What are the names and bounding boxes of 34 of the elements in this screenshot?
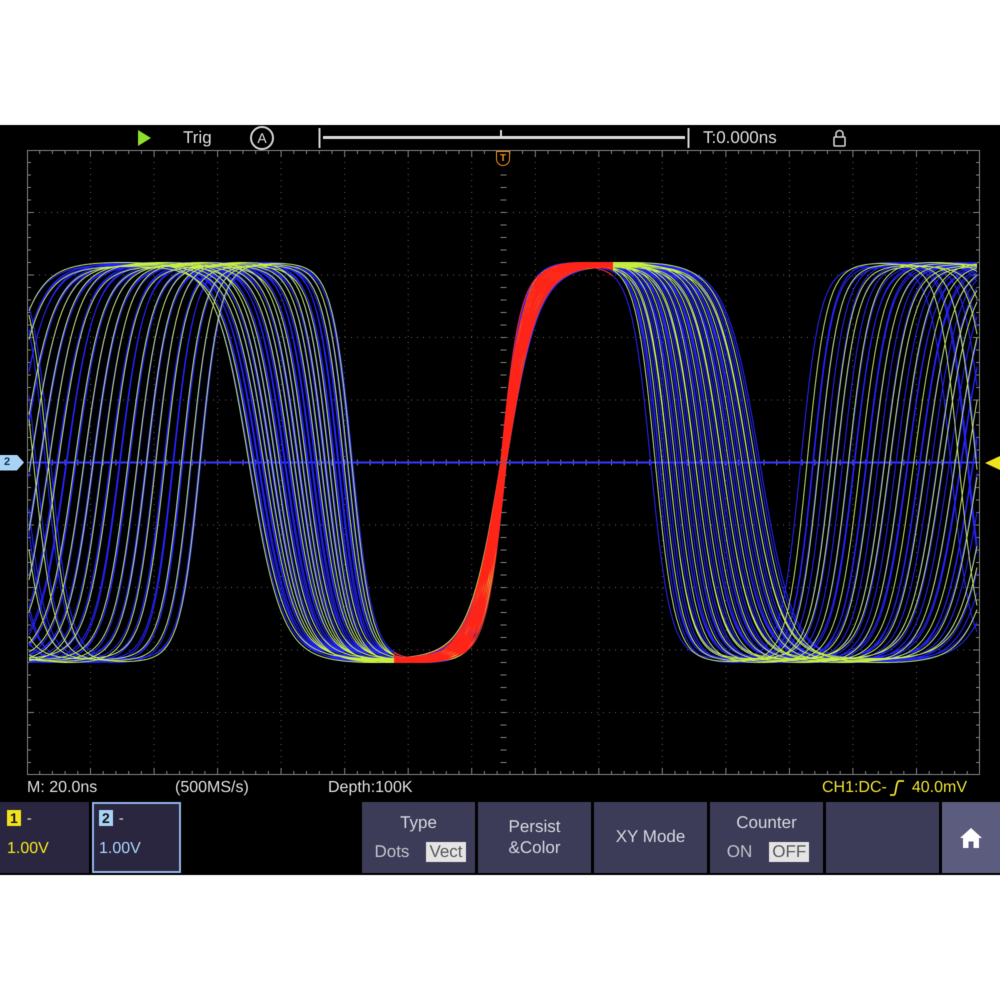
trigger-level-readout: 40.0mV <box>912 780 967 796</box>
memory-depth-readout: Depth:100K <box>328 780 413 796</box>
menu-option[interactable]: ON <box>724 842 756 862</box>
home-icon <box>960 828 982 848</box>
menu-button[interactable]: Persist &Color <box>478 802 591 873</box>
menu-button[interactable]: Counter ON OFF <box>710 802 823 873</box>
menu-button[interactable]: Type Dots Vect <box>362 802 475 873</box>
menu-option[interactable]: OFF <box>769 842 810 862</box>
channel-button[interactable]: 2 - 1.00V <box>92 802 181 873</box>
home-button[interactable] <box>942 802 1000 873</box>
trigger-mode-indicator: A <box>250 126 274 150</box>
coupling-symbol: - <box>26 810 32 826</box>
rising-edge-icon <box>890 780 904 796</box>
play-icon <box>138 130 151 146</box>
menu-option[interactable]: Dots <box>371 842 412 862</box>
padlock-icon <box>833 128 846 146</box>
channel-button[interactable]: 1 - 1.00V <box>0 802 89 873</box>
timebase-readout: M: 20.0ns <box>27 778 98 796</box>
volts-per-division: 1.00V <box>99 840 141 857</box>
sample-rate-readout: (500MS/s) <box>175 778 249 796</box>
volts-per-division: 1.00V <box>7 840 49 857</box>
trigger-position-marker: T <box>496 151 510 166</box>
channel-number-badge: 1 <box>7 810 21 826</box>
trigger-label: Trig <box>183 129 212 146</box>
level-marker-icon <box>985 456 1000 470</box>
trigger-source-readout: CH1:DC- <box>822 780 887 796</box>
time-offset: T:0.000ns <box>703 129 777 146</box>
menu-button[interactable]: XY Mode <box>594 802 707 873</box>
channel-marker: 2 <box>0 454 24 470</box>
menu-title: Type <box>400 813 437 834</box>
coupling-symbol: - <box>118 810 124 826</box>
menu-option[interactable]: Vect <box>426 842 466 862</box>
menu-title: Counter <box>736 813 797 834</box>
channel-number-badge: 2 <box>99 810 113 826</box>
